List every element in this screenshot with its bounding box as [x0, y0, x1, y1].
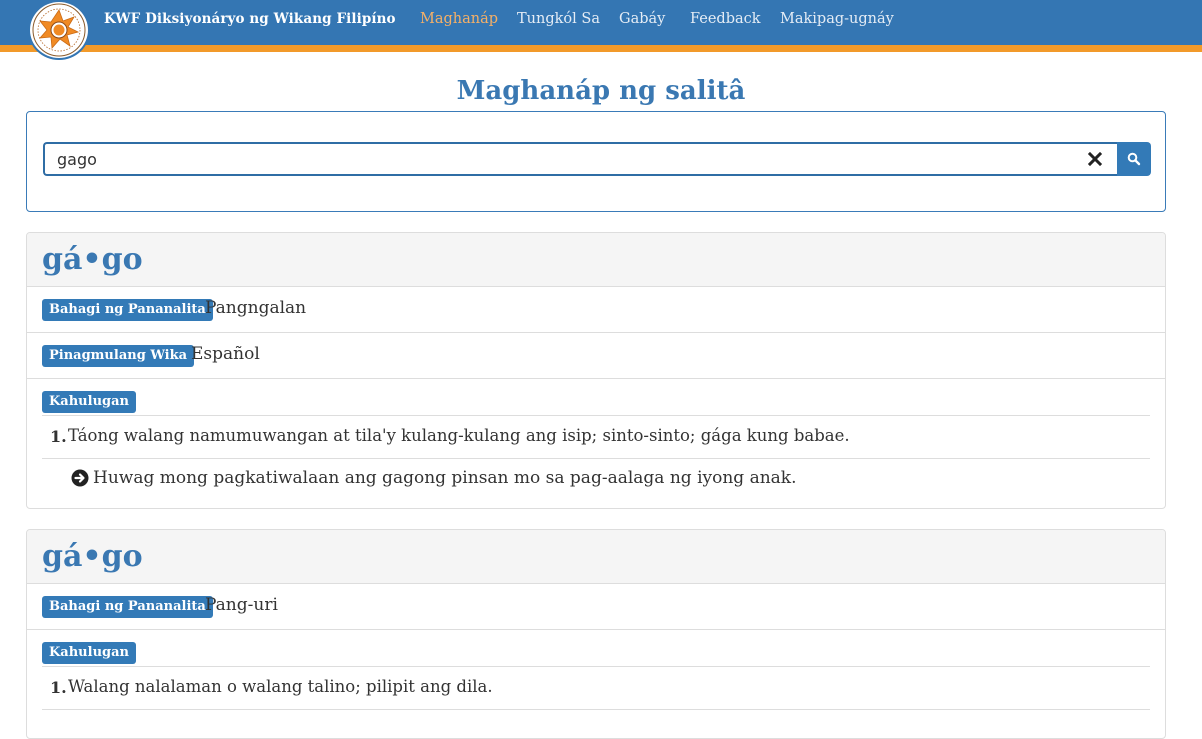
origin-row: Pinagmulang Wika Español [27, 333, 1165, 379]
dictionary-entry: gá•go Bahagi ng Pananalita Pangngalan Pi… [26, 232, 1166, 509]
part-of-speech-row: Bahagi ng Pananalita Pang-uri [27, 584, 1165, 630]
meaning-label: Kahulugan [42, 391, 136, 413]
nav-item-gabay[interactable]: Gabáy [619, 11, 665, 27]
definition-item: 1. Táong walang namumuwangan at tila'y k… [42, 415, 1150, 458]
meaning-label: Kahulugan [42, 642, 136, 664]
meaning-section: Kahulugan 1. Táong walang namumuwangan a… [27, 379, 1165, 508]
example-sentence: Huwag mong pagkatiwalaan ang gagong pins… [42, 458, 1150, 508]
entry-headword: gá•go [42, 539, 143, 574]
entry-header: gá•go [27, 530, 1165, 584]
navbar-accent-stripe [0, 45, 1202, 52]
search-input[interactable] [43, 142, 1117, 176]
times-icon [1088, 152, 1102, 166]
nav-item-maghanap[interactable]: Maghanáp [420, 11, 498, 27]
part-of-speech-row: Bahagi ng Pananalita Pangngalan [27, 287, 1165, 333]
example-text: Huwag mong pagkatiwalaan ang gagong pins… [93, 468, 797, 488]
meaning-section: Kahulugan 1. Walang nalalaman o walang t… [27, 630, 1165, 738]
part-of-speech-value: Pang-uri [205, 595, 278, 615]
page-title: Maghanáp ng salitâ [456, 76, 746, 106]
search-icon [1127, 152, 1141, 166]
definition-number: 1. [50, 427, 67, 446]
search-panel [26, 111, 1166, 212]
definition-divider [42, 709, 1150, 738]
search-button[interactable] [1117, 142, 1151, 176]
part-of-speech-label: Bahagi ng Pananalita [42, 299, 213, 321]
search-group [43, 142, 1151, 176]
definition-text: Walang nalalaman o walang talino; pilipi… [68, 677, 493, 696]
meaning-header: Kahulugan [27, 630, 1165, 666]
dictionary-entry: gá•go Bahagi ng Pananalita Pang-uri Kahu… [26, 529, 1166, 739]
nav-item-feedback[interactable]: Feedback [690, 11, 761, 27]
entry-header: gá•go [27, 233, 1165, 287]
site-brand-title[interactable]: KWF Diksiyonáryo ng Wikang Filipíno [104, 11, 396, 27]
arrow-circle-right-icon [71, 469, 89, 491]
definition-text: Táong walang namumuwangan at tila'y kula… [68, 426, 850, 445]
definition-item: 1. Walang nalalaman o walang talino; pil… [42, 666, 1150, 709]
meaning-header: Kahulugan [27, 379, 1165, 415]
nav-item-makipag-ugnay[interactable]: Makipag-ugnáy [780, 11, 894, 27]
nav-item-tungkol-sa[interactable]: Tungkól Sa [517, 11, 600, 27]
part-of-speech-label: Bahagi ng Pananalita [42, 596, 213, 618]
origin-label: Pinagmulang Wika [42, 345, 195, 367]
entry-headword: gá•go [42, 242, 143, 277]
origin-value: Español [191, 344, 260, 364]
kwf-seal-icon [32, 3, 86, 57]
definition-number: 1. [50, 678, 67, 697]
part-of-speech-value: Pangngalan [205, 298, 307, 318]
kwf-logo[interactable] [28, 0, 90, 60]
clear-search-button[interactable] [1083, 148, 1107, 170]
